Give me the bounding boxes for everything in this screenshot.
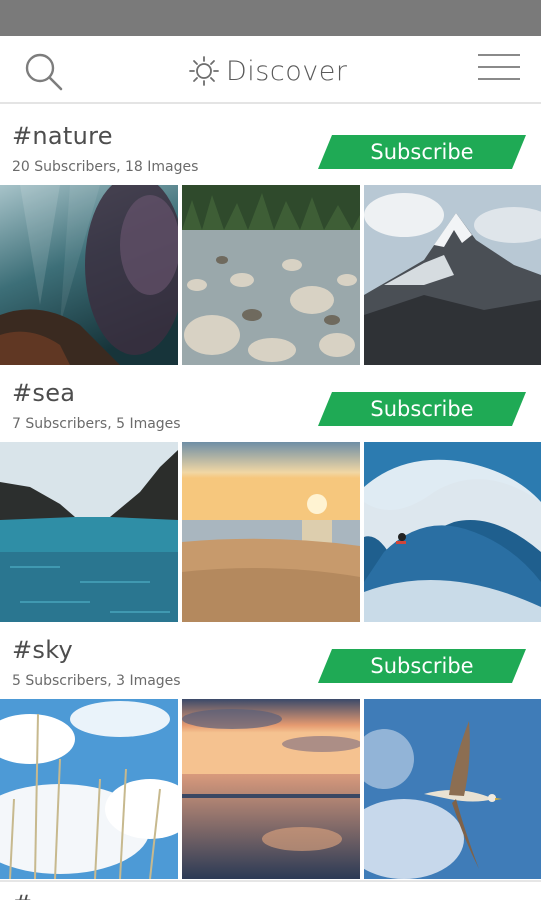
- search-button[interactable]: [20, 50, 66, 92]
- image-thumbnail[interactable]: [182, 442, 360, 622]
- subscribe-button-label: Subscribe: [370, 140, 474, 164]
- seagull-image: [364, 699, 541, 879]
- hamburger-menu-icon: [478, 54, 520, 56]
- tag-section-sky: #sky 5 Subscribers, 3 Images Subscribe: [0, 620, 541, 879]
- mountain-peak-image: [364, 185, 541, 365]
- image-row: [0, 442, 541, 622]
- underwater-kelp-image: [0, 185, 178, 365]
- rocky-river-image: [182, 185, 360, 365]
- subscribe-button[interactable]: Subscribe: [318, 392, 526, 426]
- tag-section-sea: #sea 7 Subscribers, 5 Images Subscribe: [0, 363, 541, 622]
- page-title-group: Discover: [188, 50, 347, 92]
- image-row: [0, 699, 541, 879]
- tag-stats: 7 Subscribers, 5 Images: [12, 416, 181, 432]
- tag-title[interactable]: #nature: [12, 122, 113, 150]
- tag-title[interactable]: #sky: [12, 636, 73, 664]
- subscribe-button-label: Subscribe: [370, 654, 474, 678]
- subscribe-button[interactable]: Subscribe: [318, 649, 526, 683]
- image-thumbnail[interactable]: [0, 442, 178, 622]
- search-icon: [25, 53, 63, 91]
- image-thumbnail[interactable]: [0, 699, 178, 879]
- tag-section-nature: #nature 20 Subscribers, 18 Images Subscr…: [0, 106, 541, 365]
- subscribe-button-label: Subscribe: [370, 397, 474, 421]
- sun-icon: [189, 56, 219, 86]
- discover-feed: #nature 20 Subscribers, 18 Images Subscr…: [0, 106, 541, 879]
- surfer-wave-image: [364, 442, 541, 622]
- image-thumbnail[interactable]: [182, 185, 360, 365]
- image-row: [0, 185, 541, 365]
- image-thumbnail[interactable]: [364, 185, 541, 365]
- status-bar: [0, 0, 541, 36]
- sunset-reflection-image: [182, 699, 360, 879]
- subscribe-button[interactable]: Subscribe: [318, 135, 526, 169]
- tag-title[interactable]: #: [12, 890, 32, 900]
- menu-button[interactable]: [478, 54, 520, 86]
- sea-cove-image: [0, 442, 178, 622]
- tag-section-next: #: [0, 880, 541, 900]
- tag-stats: 5 Subscribers, 3 Images: [12, 673, 181, 689]
- beach-sunset-image: [182, 442, 360, 622]
- image-thumbnail[interactable]: [364, 442, 541, 622]
- app-bar: Discover: [0, 36, 541, 104]
- image-thumbnail[interactable]: [182, 699, 360, 879]
- tag-title[interactable]: #sea: [12, 379, 75, 407]
- image-thumbnail[interactable]: [0, 185, 178, 365]
- clouds-grass-image: [0, 699, 178, 879]
- tag-stats: 20 Subscribers, 18 Images: [12, 159, 199, 175]
- page-title: Discover: [226, 55, 348, 87]
- image-thumbnail[interactable]: [364, 699, 541, 879]
